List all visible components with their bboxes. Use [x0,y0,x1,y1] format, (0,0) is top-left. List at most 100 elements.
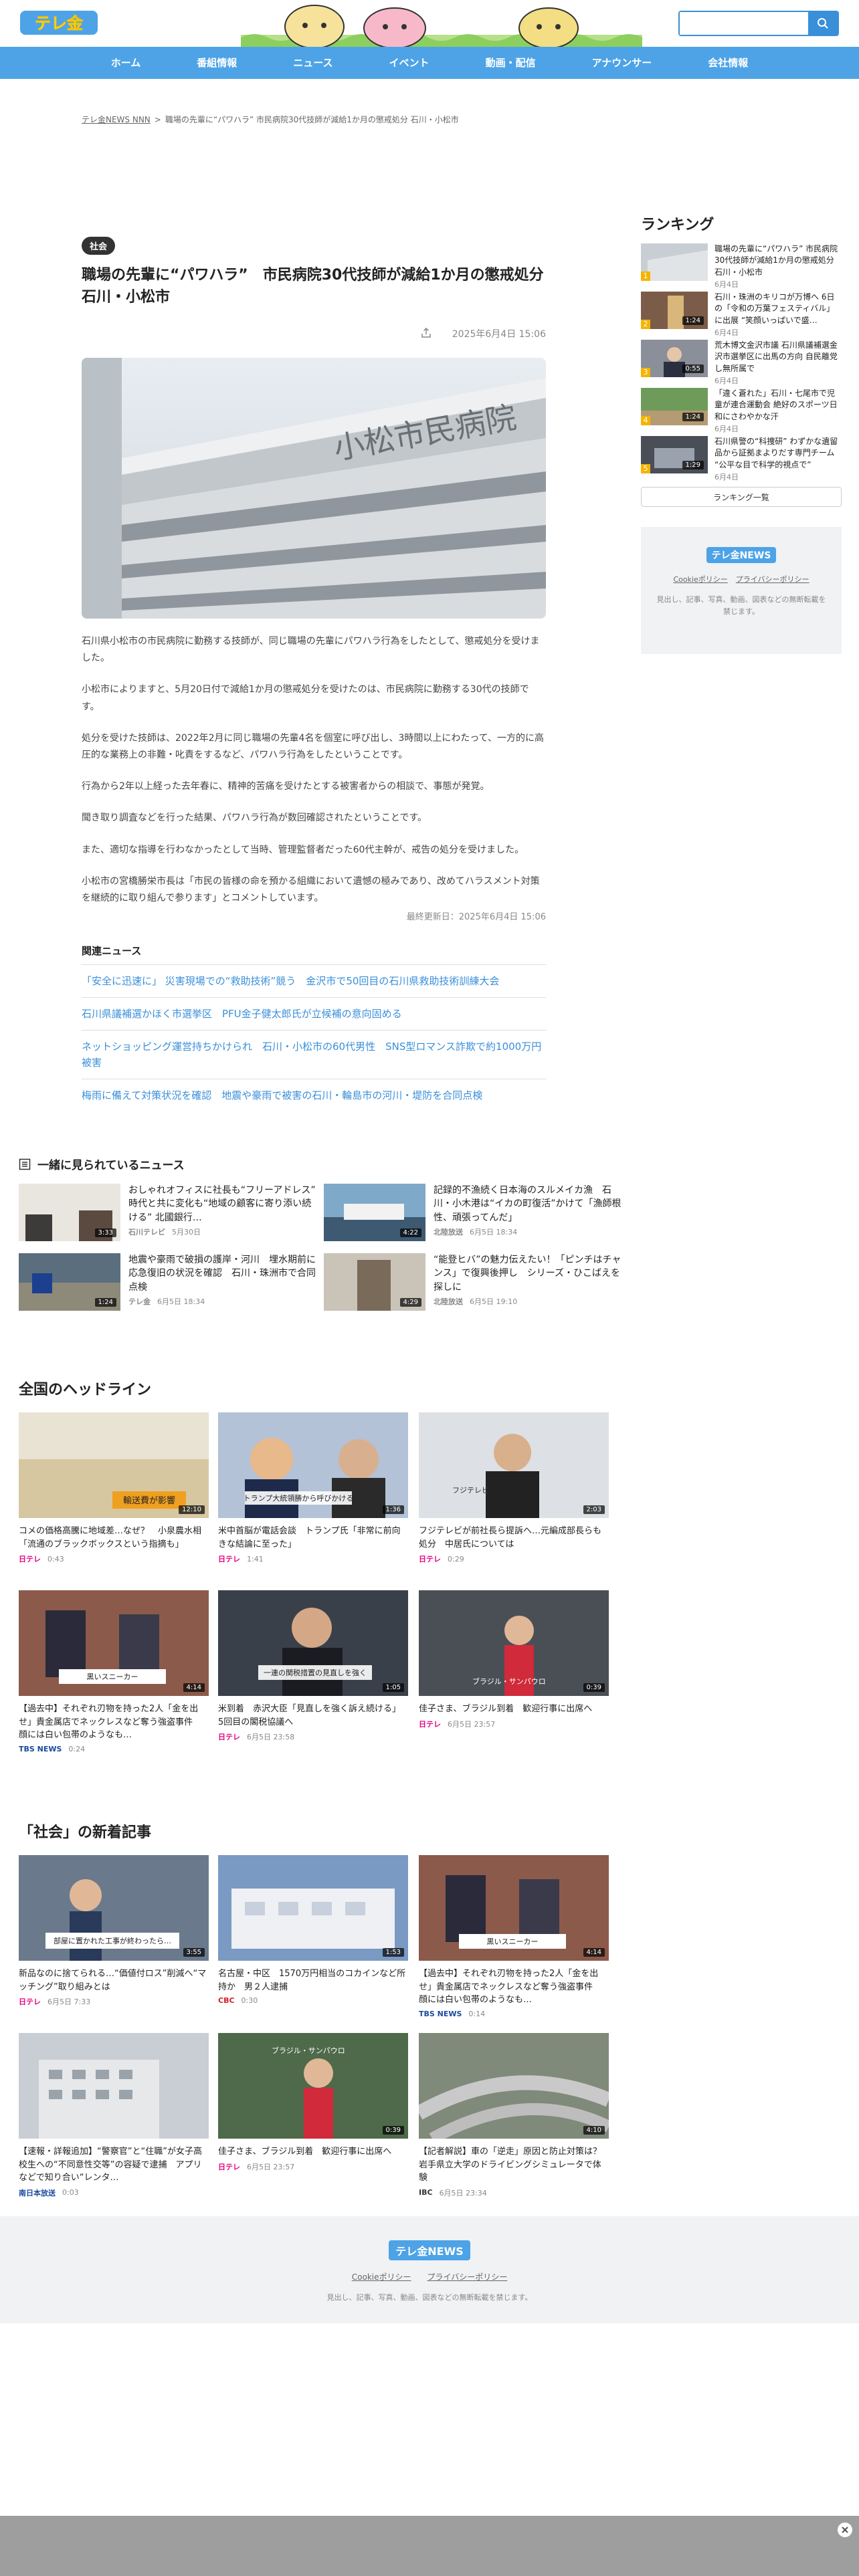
footer-logo[interactable]: テレ金NEWS [389,2240,470,2260]
shakai-card[interactable]: 4:10 【記者解説】車の「逆走」原因と防止対策は？岩手県立大学のドライビングシ… [415,2033,612,2198]
article-paragraph: また、適切な指導を行わなかったとして当時、管理監督者だった60代主幹が、戒告の処… [82,844,524,855]
related-news-link[interactable]: 石川県議補選かほく市選挙区 PFU金子健太郎氏が立候補の意向固める [82,997,546,1030]
ranking-thumbnail: 3 0:55 [641,340,708,377]
svg-text:黒いスニーカー: 黒いスニーカー [487,1937,539,1946]
search-input[interactable] [680,12,809,35]
news-title: 記録的不漁続く日本海のスルメイカ漁 石川・小木港は“イカの町復活”かけて「漁師根… [434,1185,622,1223]
ranking-number: 1 [641,272,650,281]
footer-privacy-policy-link[interactable]: プライバシーポリシー [427,2272,507,2282]
seen-together-card[interactable]: 1:24 地震や豪雨で破損の護岸・河川 埋水期前に応急復旧の状況を確認 石川・珠… [19,1253,320,1311]
news-source: TBS NEWS [19,1744,62,1753]
shakai-card[interactable]: 1:53 名古屋・中区 1570万円相当のコカインなど所持か 男２人逮捕 CBC… [218,1855,408,2005]
news-title: 新品なのに捨てられる…“価値付ロス”削減へ“マッチング”取り組みとは [19,1969,207,1992]
news-source: 南日本放送 [19,2188,56,2197]
news-title: 佳子さま、ブラジル到着 歓迎行事に出席へ [419,1704,593,1714]
news-thumbnail: 1:53 [218,1855,408,1961]
svg-text:輸送費が影響: 輸送費が影響 [123,1495,175,1506]
shakai-card[interactable]: ブラジル・サンパウロ 0:39 佳子さま、ブラジル到着 歓迎行事に出席へ 日テレ 6… [218,2033,408,2172]
ranking-date: 6月4日 [714,280,739,290]
close-ad-button[interactable] [838,2523,852,2537]
news-thumbnail: 4:10 [415,2033,612,2144]
article: 社会 職場の先輩に“パワハラ” 市民病院30代技師が減給1か月の懲戒処分 石川・… [82,237,559,1111]
news-source: 石川テレビ [128,1227,165,1237]
news-title: 佳子さま、ブラジル到着 歓迎行事に出席へ [218,2147,392,2157]
headline-card[interactable]: ブラジル・サンパウロ 0:39 佳子さま、ブラジル到着 歓迎行事に出席へ 日テレ 6… [419,1590,609,1729]
related-news-link[interactable]: 「安全に迅速に」 災害現場での“救助技術”競う 金沢市で50回目の石川県救助技術… [82,964,546,997]
news-date: 0:43 [47,1554,64,1564]
ranking-number: 2 [641,320,650,329]
seen-together-card[interactable]: 4:22 記録的不漁続く日本海のスルメイカ漁 石川・小木港は“イカの町復活”かけ… [324,1184,625,1241]
breadcrumb-home[interactable]: テレ金NEWS NNN [82,115,151,124]
ranking-title: 石川・珠洲のキリコが万博へ 6日の「令和の万葉フェスティバル」に出展 “笑顔いっ… [714,292,835,325]
footer-cookie-policy-link[interactable]: Cookieポリシー [352,2272,411,2282]
ad-banner [0,2516,859,2576]
news-date: 5月30日 [172,1227,201,1237]
seen-together-heading: 一緒に見られているニュース [19,1156,185,1172]
ranking-title: 荒木博文金沢市議 石川県議補選金沢市選挙区に出馬の方向 自民離党し無所属で [714,340,838,373]
news-source: 日テレ [218,1555,240,1564]
category-badge[interactable]: 社会 [82,237,116,255]
ranking-number: 4 [641,416,650,425]
shakai-card[interactable]: 【速報・詳報追加】“警察官”と“住職”が女子高校生への“不同意性交等”の容疑で逮… [19,2033,209,2198]
related-news-link[interactable]: 梅雨に備えて対策状況を確認 地震や豪雨で被害の石川・輪島市の河川・堤防を合同点検 [82,1079,546,1111]
news-date: 6月5日 23:57 [448,1719,496,1729]
news-title: 米到着 赤沢大臣「見直しを強く訴え続ける」 5回目の閣税協議へ [218,1704,401,1727]
svg-text:テレ金: テレ金 [35,14,84,33]
ranking-list-button[interactable]: ランキング一覧 [641,487,842,507]
news-thumbnail: 部屋に置かれた工事が終わったら… 3:55 [19,1855,209,1961]
news-thumbnail: 一連の関税措置の見直しを強く 1:05 [218,1590,408,1696]
news-date: 6月5日 19:10 [470,1297,518,1306]
search-box [678,11,839,36]
news-date: 6月5日 18:34 [470,1227,518,1237]
news-thumbnail: 黒いスニーカー 4:14 [19,1590,209,1696]
ranking-date: 6月4日 [714,377,739,386]
headline-card[interactable]: フジテレビ 2:03 フジテレビが前社長ら提訴へ…元編成部長らも処分 中居氏につい… [419,1412,609,1564]
shakai-card[interactable]: 黒いスニーカー 4:14 【過去中】それぞれ刃物を持った2人「金を出せ」貴金属店で… [419,1855,609,2018]
nav-news[interactable]: ニュース [265,47,361,79]
svg-text:黒いスニーカー: 黒いスニーカー [87,1673,138,1681]
related-news-heading: 関連ニュース [82,945,142,958]
news-source: 北陸放送 [434,1297,463,1306]
related-news-link[interactable]: ネットショッピング運営持ちかけられ 石川・小松市の60代男性 SNS型ロマンス詐… [82,1030,546,1079]
sidebar-news-logo: テレ金NEWS [654,547,828,563]
news-thumbnail [19,2033,209,2139]
nav-video[interactable]: 動画・配信 [458,47,564,79]
headline-card[interactable]: トランプ大統領勝から呼びかける 1:36 米中首脳が電話会談 トランプ氏「非常に前… [218,1412,408,1564]
shakai-card[interactable]: 部屋に置かれた工事が終わったら… 3:55 新品なのに捨てられる…“価値付ロス”削… [19,1855,209,2007]
ranking-item[interactable]: 4 1:24 「違く蒼れた」石川・七尾市で児童が連合運動会 絶好のスポーツ日和に… [641,388,842,436]
news-thumbnail: トランプ大統領勝から呼びかける 1:36 [218,1412,408,1518]
news-date: 0:14 [468,2009,486,2018]
article-date: 2025年6月4日 15:06 [452,329,546,340]
privacy-policy-link[interactable]: プライバシーポリシー [736,575,809,584]
cookie-policy-link[interactable]: Cookieポリシー [673,575,727,584]
seen-together-card[interactable]: 3:33 おしゃれオフィスに社長も“フリーアドレス” 時代と共に変化も“地域の顧… [19,1184,320,1241]
list-icon [19,1158,31,1170]
ranking-date: 6月4日 [714,328,739,338]
seen-together-card[interactable]: 4:29 “能登ヒバ”の魅力伝えたい！「ピンチはチャンス」で復興後押し シリーズ… [324,1253,625,1311]
site-logo[interactable]: テレ金 [20,8,100,37]
news-date: 6月5日 23:58 [247,1733,295,1741]
svg-text:一連の関税措置の見直しを強く: 一連の関税措置の見直しを強く [264,1668,367,1677]
ranking-item[interactable]: 1 職場の先輩に“パワハラ” 市民病院30代技師が減給1か月の懲戒処分 石川・小… [641,243,842,292]
ranking-item[interactable]: 5 1:29 石川県警の“科捜研” わずかな遺留品から証拠まよりだす専門チーム … [641,436,842,484]
close-icon [842,2527,848,2533]
headline-card[interactable]: 一連の関税措置の見直しを強く 1:05 米到着 赤沢大臣「見直しを強く訴え続ける」… [218,1590,408,1742]
news-source: 北陸放送 [434,1227,463,1237]
news-date: 0:29 [448,1554,464,1564]
ranking-item[interactable]: 3 0:55 荒木博文金沢市議 石川県議補選金沢市選挙区に出馬の方向 自民離党し… [641,340,842,388]
ranking-item[interactable]: 2 1:24 石川・珠洲のキリコが万博へ 6日の「令和の万葉フェスティバル」に出… [641,292,842,340]
nav-announcers[interactable]: アナウンサー [564,47,680,79]
search-button[interactable] [808,12,838,35]
article-title: 職場の先輩に“パワハラ” 市民病院30代技師が減給1か月の懲戒処分 石川・小松市 [82,267,559,306]
mascot-banner [241,0,642,49]
ranking-thumbnail: 4 1:24 [641,388,708,425]
breadcrumb: テレ金NEWS NNN > 職場の先輩に“パワハラ” 市民病院30代技師が減給1か月… [82,114,459,125]
nav-company[interactable]: 会社情報 [680,47,776,79]
headline-card[interactable]: 輸送費が影響 12:10 コメの価格高騰に地域差…なぜ？ 小泉農水相「流通のブラッ… [19,1412,209,1564]
share-icon[interactable] [421,327,432,341]
nav-events[interactable]: イベント [361,47,458,79]
headline-card[interactable]: 黒いスニーカー 4:14 【過去中】それぞれ刃物を持った2人「金を出せ」貴金属店で… [19,1590,209,1753]
news-thumbnail: 4:22 [324,1184,425,1241]
nav-programs[interactable]: 番組情報 [169,47,265,79]
nav-home[interactable]: ホーム [83,47,169,79]
